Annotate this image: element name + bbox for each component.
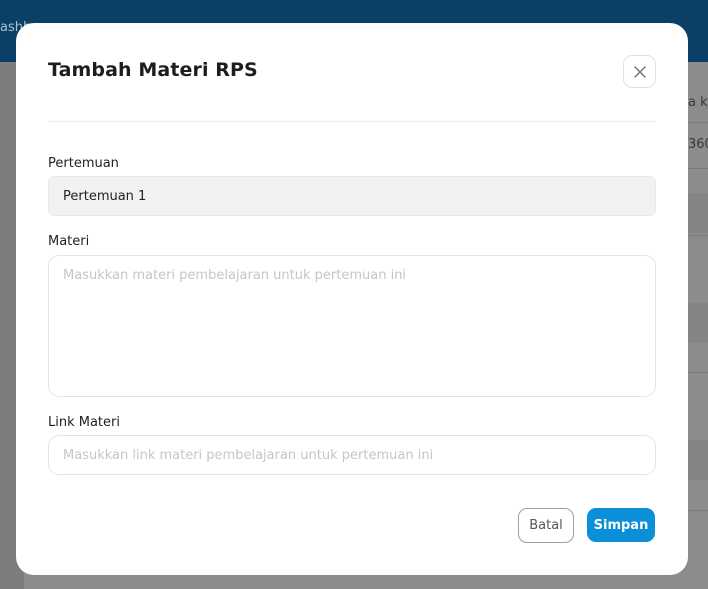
link-materi-label: Link Materi xyxy=(48,415,120,430)
table-divider xyxy=(688,122,708,123)
table-column-header: a ku xyxy=(688,95,708,110)
close-button[interactable] xyxy=(623,55,656,88)
pertemuan-value: Pertemuan 1 xyxy=(63,188,147,204)
modal-title: Tambah Materi RPS xyxy=(48,59,258,81)
table-divider xyxy=(688,168,708,169)
table-row xyxy=(688,440,708,480)
materi-label: Materi xyxy=(48,234,90,249)
table-row xyxy=(688,193,708,233)
table-row xyxy=(688,303,708,343)
close-icon xyxy=(633,65,646,78)
pertemuan-label: Pertemuan xyxy=(48,156,119,171)
link-materi-input[interactable] xyxy=(48,435,656,475)
table-divider xyxy=(688,510,708,511)
save-button[interactable]: Simpan xyxy=(587,508,655,542)
header-divider xyxy=(48,121,656,122)
materi-textarea[interactable] xyxy=(48,255,656,397)
pertemuan-field[interactable]: Pertemuan 1 xyxy=(48,176,656,216)
cancel-button[interactable]: Batal xyxy=(518,508,574,543)
table-cell: 360 xyxy=(688,137,708,152)
add-materi-modal: Tambah Materi RPS Pertemuan Pertemuan 1 … xyxy=(16,23,688,575)
table-divider xyxy=(688,372,708,373)
table-divider xyxy=(688,235,708,236)
